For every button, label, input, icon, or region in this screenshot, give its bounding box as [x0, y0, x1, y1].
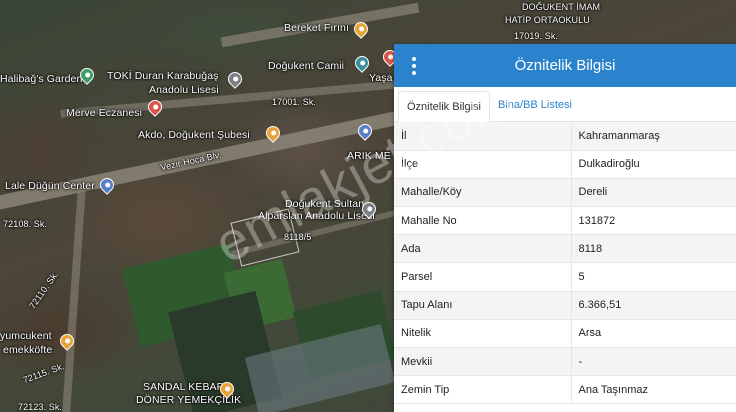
map-parcel-label: 8118/5	[284, 232, 312, 242]
map-label: DOĞUKENT İMAM	[522, 2, 601, 12]
row-key: İlçe	[394, 150, 572, 179]
table-row: Mevkii -	[394, 347, 736, 377]
tab-attribute-info[interactable]: Öznitelik Bilgisi	[398, 91, 490, 122]
table-row: Ada 8118	[394, 234, 736, 264]
row-key: Mevkii	[394, 347, 572, 377]
row-value: -	[571, 347, 736, 377]
map-label: 72115. Sk.	[21, 360, 66, 386]
attribute-table: İl Kahramanmaraş İlçe Dulkadiroğlu Mahalle…	[394, 122, 736, 405]
map-label: Doğukent Camii	[268, 60, 345, 72]
tab-building-list[interactable]: Bina/BB Listesi	[490, 90, 580, 121]
map-label: Lale Düğün Center	[5, 180, 95, 192]
mosque-pin-icon[interactable]	[352, 53, 372, 73]
school-pin-icon[interactable]	[225, 69, 245, 89]
menu-dots-icon[interactable]	[406, 56, 422, 76]
map-label: 72110. Sk.	[27, 269, 61, 311]
map-label: Anadolu Lisesi	[149, 84, 219, 96]
map-label: Yaşa	[369, 72, 393, 84]
row-key: Tapu Alanı	[394, 291, 572, 320]
row-key: Mahalle No	[394, 206, 572, 236]
row-value: Ana Taşınmaz	[571, 375, 736, 405]
row-value: 131872	[571, 206, 736, 236]
map-label: Akdo, Doğukent Şubesi	[138, 129, 250, 141]
row-value: Dulkadiroğlu	[571, 150, 736, 179]
table-row: Mahalle No 131872	[394, 206, 736, 236]
map-label: 17001. Sk.	[272, 97, 317, 107]
map-label: Bereket Fırını	[284, 22, 350, 34]
map-label: 72108. Sk.	[3, 219, 48, 229]
table-row: İlçe Dulkadiroğlu	[394, 150, 736, 179]
row-value: Arsa	[571, 319, 736, 349]
map-label: Merve Eczanesi	[66, 107, 143, 119]
table-row: Nitelik Arsa	[394, 319, 736, 349]
row-key: Zemin Tip	[394, 375, 572, 405]
map-label: TOKİ Duran Karabuğaş	[107, 70, 219, 82]
table-row: İl Kahramanmaraş	[394, 122, 736, 151]
map-road	[61, 180, 87, 412]
row-key: Mahalle/Köy	[394, 178, 572, 208]
row-key: Parsel	[394, 262, 572, 292]
attribute-panel: Öznitelik Bilgisi Öznitelik Bilgisi Bina…	[394, 44, 736, 412]
panel-title: Öznitelik Bilgisi	[514, 57, 616, 74]
table-row: Tapu Alanı 6.366,51	[394, 291, 736, 320]
panel-tabs: Öznitelik Bilgisi Bina/BB Listesi	[394, 87, 736, 122]
table-row: Mahalle/Köy Dereli	[394, 178, 736, 208]
row-value: Dereli	[571, 178, 736, 208]
row-value: 5	[571, 262, 736, 292]
row-key: Nitelik	[394, 319, 572, 349]
map-label: SANDAL KEBAP	[143, 381, 224, 393]
map-label: emekköfte	[3, 344, 53, 356]
map-label: Halibağ's Garden	[0, 73, 83, 85]
map-label: 17019. Sk.	[514, 31, 559, 41]
row-value: 8118	[571, 234, 736, 264]
row-key: İl	[394, 122, 572, 151]
panel-header: Öznitelik Bilgisi	[394, 44, 736, 87]
map-label: Alparslan Anadolu Lisesi	[258, 210, 375, 222]
map-label: Doğukent Sultan	[285, 198, 365, 210]
table-row: Zemin Tip Ana Taşınmaz	[394, 375, 736, 405]
row-value: Kahramanmaraş	[571, 122, 736, 151]
map-label: yumcukent	[0, 330, 52, 342]
row-value: 6.366,51	[571, 291, 736, 320]
row-key: Ada	[394, 234, 572, 264]
map-label: 72123. Sk.	[18, 402, 63, 412]
map-label: HATİP ORTAOKULU	[505, 15, 590, 25]
table-row: Parsel 5	[394, 262, 736, 292]
map-label: ARIK ME	[347, 150, 391, 162]
